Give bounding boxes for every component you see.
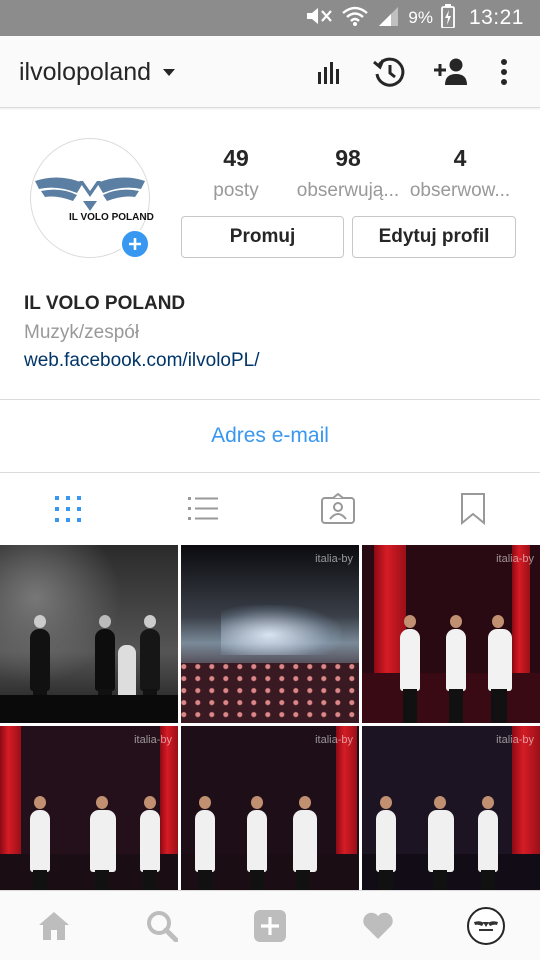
- logo-text: IL VOLO POLAND: [69, 212, 154, 223]
- photo-thumbnail[interactable]: italia-by: [362, 545, 540, 723]
- stat-label: posty: [213, 180, 259, 201]
- chevron-down-icon: [163, 69, 176, 76]
- clock: 13:21: [468, 6, 524, 29]
- nav-home[interactable]: [0, 891, 108, 960]
- photo-thumbnail[interactable]: italia-by: [181, 726, 359, 904]
- list-view-icon: [187, 497, 218, 520]
- wifi-icon: [342, 5, 369, 32]
- tagged-photos-icon: [320, 493, 355, 524]
- photo-thumbnail[interactable]: [0, 545, 178, 723]
- nav-search[interactable]: [108, 891, 216, 960]
- battery-percent: 9%: [408, 8, 433, 27]
- mute-icon: [304, 5, 334, 32]
- watermark: italia-by: [496, 553, 534, 565]
- watermark: italia-by: [134, 734, 172, 746]
- stat-value: 4: [453, 145, 467, 171]
- edit-profile-button[interactable]: Edytuj profil: [352, 216, 516, 258]
- archive-history-icon[interactable]: [369, 52, 409, 92]
- nav-profile[interactable]: [432, 891, 540, 960]
- nav-activity[interactable]: [324, 891, 432, 960]
- battery-charging-icon: [441, 3, 455, 33]
- profile-avatar[interactable]: IL VOLO POLAND: [30, 138, 154, 259]
- profile-website-link[interactable]: web.facebook.com/ilvoloPL/: [24, 350, 260, 372]
- account-switcher[interactable]: ilvolopoland: [19, 58, 176, 87]
- photo-thumbnail[interactable]: italia-by: [0, 726, 178, 904]
- insights-icon[interactable]: [309, 52, 349, 92]
- add-person-icon[interactable]: [430, 52, 470, 92]
- stat-followers[interactable]: 98 obserwują...: [292, 143, 404, 209]
- stat-label: obserwow...: [409, 180, 511, 201]
- add-post-icon: [254, 909, 286, 942]
- watermark: italia-by: [496, 734, 534, 746]
- bottom-navigation: [0, 890, 540, 960]
- profile-tabs: [0, 473, 540, 545]
- photo-grid: italia-by italia-by italia-by italia-by …: [0, 545, 540, 904]
- profile-avatar-icon: [467, 906, 505, 945]
- stat-value: 98: [335, 145, 361, 171]
- watermark: italia-by: [315, 734, 353, 746]
- plus-icon: [129, 238, 141, 250]
- promote-button[interactable]: Promuj: [181, 216, 344, 258]
- tab-list[interactable]: [135, 473, 270, 545]
- nav-add-post[interactable]: [216, 891, 324, 960]
- home-icon: [39, 911, 69, 940]
- stat-value: 49: [223, 145, 249, 171]
- app-header: ilvolopoland: [0, 36, 540, 108]
- activity-heart-icon: [363, 912, 393, 939]
- tab-saved[interactable]: [405, 473, 540, 545]
- email-contact-button[interactable]: Adres e-mail: [0, 400, 540, 472]
- search-icon: [147, 910, 178, 942]
- tab-grid[interactable]: [0, 473, 135, 545]
- status-bar: 9% 13:21: [0, 0, 540, 36]
- photo-thumbnail[interactable]: italia-by: [362, 726, 540, 904]
- photo-thumbnail[interactable]: italia-by: [181, 545, 359, 723]
- stat-posts: 49 posty: [180, 143, 292, 209]
- status-icons: 9% 13:21: [304, 0, 524, 36]
- more-options-icon[interactable]: [484, 52, 524, 92]
- profile-name: IL VOLO POLAND: [24, 293, 186, 314]
- add-story-button[interactable]: [120, 229, 150, 259]
- username-title: ilvolopoland: [19, 58, 152, 86]
- tab-tagged[interactable]: [270, 473, 405, 545]
- signal-icon: [376, 5, 400, 32]
- stat-label: obserwują...: [296, 180, 400, 201]
- grid-view-icon: [54, 496, 81, 522]
- saved-bookmark-icon: [460, 493, 485, 525]
- profile-category: Muzyk/zespół: [24, 322, 140, 343]
- watermark: italia-by: [315, 553, 353, 565]
- stat-following[interactable]: 4 obserwow...: [404, 143, 516, 209]
